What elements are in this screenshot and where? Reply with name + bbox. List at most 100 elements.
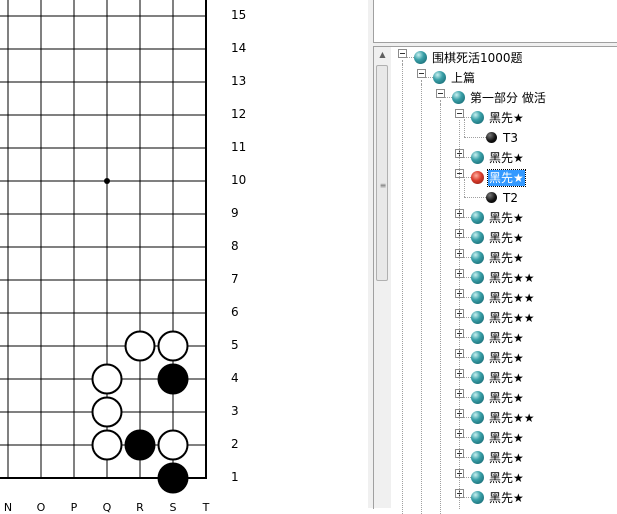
problem-item[interactable]: 黑先★ <box>488 350 525 366</box>
tree-connector <box>464 277 471 278</box>
red-ball-icon <box>471 171 484 184</box>
tree-connector <box>407 57 414 58</box>
problem-item[interactable]: 黑先★ <box>487 169 526 187</box>
white-stone[interactable] <box>91 363 123 395</box>
tree-connector <box>464 397 471 398</box>
white-stone[interactable] <box>124 330 156 362</box>
comment-box[interactable] <box>373 0 617 43</box>
tree-connector <box>464 377 471 378</box>
problem-item[interactable]: 黑先★★ <box>488 290 536 306</box>
tree-connector <box>464 119 465 137</box>
problem-tree-view[interactable]: 围棋死活1000题上篇第一部分 做活 黑先★ T3 黑先★ 黑先★ T2 黑先★ 黑先★ 黑先★… <box>373 46 617 514</box>
tree-guide <box>459 120 460 509</box>
row-number: 1 <box>231 470 239 484</box>
tree-connector <box>464 217 471 218</box>
problem-item[interactable]: 黑先★ <box>488 250 525 266</box>
collapse-icon[interactable] <box>455 109 464 118</box>
teal-ball-icon <box>433 71 446 84</box>
problem-item[interactable]: 黑先★ <box>488 490 525 506</box>
problem-item[interactable]: 黑先★ <box>488 210 525 226</box>
teal-ball-icon <box>452 91 465 104</box>
scrollbar-thumb[interactable]: ≡ <box>376 65 388 281</box>
problem-item[interactable]: 黑先★ <box>488 330 525 346</box>
teal-ball-icon <box>471 411 484 424</box>
row-number: 10 <box>231 173 247 187</box>
row-number: 5 <box>231 338 239 352</box>
problem-item[interactable]: 黑先★ <box>488 390 525 406</box>
row-number: 13 <box>231 74 247 88</box>
tree-connector <box>464 157 471 158</box>
teal-ball-icon <box>471 251 484 264</box>
teal-ball-icon <box>414 51 427 64</box>
black-stone[interactable] <box>124 429 156 461</box>
teal-ball-icon <box>471 311 484 324</box>
white-stone[interactable] <box>91 396 123 428</box>
teal-ball-icon <box>471 471 484 484</box>
tree-guide <box>421 84 422 514</box>
white-stone[interactable] <box>91 429 123 461</box>
tree-connector <box>464 117 471 118</box>
black-stone[interactable] <box>157 363 189 395</box>
tree-connector <box>464 357 471 358</box>
teal-ball-icon <box>471 451 484 464</box>
row-number: 11 <box>231 140 247 154</box>
teal-ball-icon <box>471 151 484 164</box>
tree-connector <box>426 77 433 78</box>
row-number: 15 <box>231 8 247 22</box>
problem-item[interactable]: 黑先★ <box>488 230 525 246</box>
tree-connector <box>464 137 488 138</box>
tree-root-label[interactable]: 围棋死活1000题 <box>431 50 524 66</box>
problem-item[interactable]: 黑先★★ <box>488 310 536 326</box>
teal-ball-icon <box>471 431 484 444</box>
teal-ball-icon <box>471 111 484 124</box>
tree-connector <box>464 317 471 318</box>
tree-connector <box>445 97 452 98</box>
teal-ball-icon <box>471 331 484 344</box>
tree-connector <box>464 237 471 238</box>
white-stone[interactable] <box>157 330 189 362</box>
row-number: 4 <box>231 371 239 385</box>
problem-item[interactable]: 黑先★ <box>488 110 525 126</box>
tree-connector <box>464 417 471 418</box>
tree-connector <box>464 177 471 178</box>
problem-item[interactable]: 黑先★ <box>488 450 525 466</box>
teal-ball-icon <box>471 211 484 224</box>
teal-ball-icon <box>471 391 484 404</box>
tree-vertical-scrollbar[interactable]: ▲ ≡ <box>374 47 391 508</box>
row-number: 2 <box>231 437 239 451</box>
problem-item[interactable]: 黑先★ <box>488 370 525 386</box>
black-stone-icon <box>486 132 497 143</box>
teal-ball-icon <box>471 291 484 304</box>
tree-connector <box>464 297 471 298</box>
problem-item[interactable]: 黑先★★ <box>488 410 536 426</box>
problem-child-item[interactable]: T3 <box>502 130 519 146</box>
tree-connector <box>464 337 471 338</box>
tree-part-label[interactable]: 第一部分 做活 <box>469 90 547 106</box>
tree-connector <box>464 179 465 197</box>
go-board[interactable] <box>0 0 222 508</box>
tree-guide <box>440 104 441 514</box>
black-stone-icon <box>486 192 497 203</box>
row-number: 12 <box>231 107 247 121</box>
tree-section-label[interactable]: 上篇 <box>450 70 476 86</box>
teal-ball-icon <box>471 491 484 504</box>
teal-ball-icon <box>471 271 484 284</box>
row-number: 9 <box>231 206 239 220</box>
row-number: 14 <box>231 41 247 55</box>
collapse-icon[interactable] <box>436 89 445 98</box>
collapse-icon[interactable] <box>398 49 407 58</box>
problem-item[interactable]: 黑先★ <box>488 150 525 166</box>
scroll-up-arrow-icon[interactable]: ▲ <box>374 47 391 63</box>
tree-connector <box>464 257 471 258</box>
teal-ball-icon <box>471 371 484 384</box>
row-number: 3 <box>231 404 239 418</box>
problem-item[interactable]: 黑先★ <box>488 430 525 446</box>
collapse-icon[interactable] <box>417 69 426 78</box>
problem-item[interactable]: 黑先★★ <box>488 270 536 286</box>
tree-connector <box>464 197 488 198</box>
white-stone[interactable] <box>157 429 189 461</box>
problem-child-item[interactable]: T2 <box>502 190 519 206</box>
black-stone[interactable] <box>157 462 189 494</box>
problem-item[interactable]: 黑先★ <box>488 470 525 486</box>
teal-ball-icon <box>471 231 484 244</box>
